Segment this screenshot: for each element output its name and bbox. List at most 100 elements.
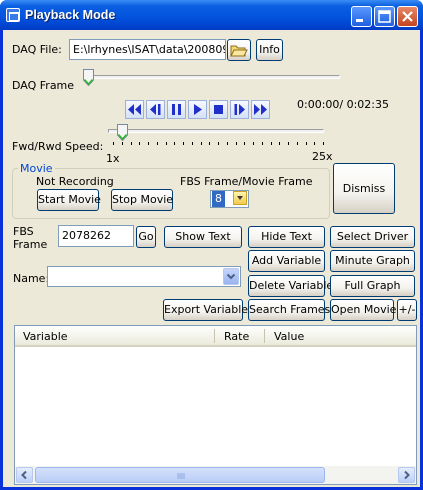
speed-label: Fwd/Rwd Speed: — [12, 140, 104, 153]
dismiss-button[interactable]: Dismiss — [333, 163, 395, 214]
speed-tick — [165, 142, 167, 145]
horizontal-scrollbar[interactable] — [15, 466, 416, 484]
minimize-icon — [356, 19, 363, 22]
full-graph-button[interactable]: Full Graph — [330, 275, 415, 297]
movie-group-label: Movie — [18, 162, 55, 175]
speed-tick — [296, 142, 298, 145]
chevron-down-icon — [237, 196, 243, 200]
daq-frame-slider-thumb[interactable] — [83, 69, 94, 86]
speed-tick — [235, 142, 237, 145]
speed-tick — [314, 142, 316, 145]
stop-movie-button[interactable]: Stop Movie — [111, 189, 173, 211]
pause-icon — [172, 104, 181, 115]
playback-mode-window: Playback Mode DAQ File: E:\lrhynes\ISAT\… — [0, 0, 423, 490]
speed-tick — [279, 142, 281, 145]
chevron-right-icon — [404, 470, 410, 480]
variable-list-header: Variable Rate Value — [15, 326, 416, 347]
speed-tick — [218, 142, 219, 145]
speed-tick — [191, 142, 193, 145]
speed-tick — [139, 142, 141, 145]
name-label: Name: — [13, 272, 50, 285]
export-variable-button[interactable]: Export Variable — [163, 299, 248, 321]
show-text-button[interactable]: Show Text — [164, 226, 242, 248]
time-display: 0:00:00/ 0:02:35 — [297, 98, 390, 111]
column-header-rate[interactable]: Rate — [224, 330, 249, 343]
grip-icon — [177, 473, 185, 479]
maximize-icon — [378, 10, 391, 23]
open-movie-button[interactable]: Open Movie — [330, 299, 396, 321]
stop-icon — [214, 105, 223, 114]
window-title: Playback Mode — [25, 8, 116, 22]
step-forward-button[interactable] — [230, 100, 249, 119]
speed-min-label: 1x — [106, 152, 120, 165]
fast-rewind-button[interactable] — [125, 100, 144, 119]
daq-frame-label: DAQ Frame — [12, 79, 75, 92]
daq-file-label: DAQ File: — [12, 43, 62, 56]
speed-tick — [148, 142, 149, 145]
name-dropdown-button[interactable] — [223, 268, 239, 285]
open-folder-icon — [230, 45, 248, 57]
daq-file-field[interactable]: E:\lrhynes\ISAT\data\2008092 — [69, 39, 226, 60]
go-button[interactable]: Go — [136, 226, 156, 248]
speed-tick — [113, 142, 114, 145]
fast-forward-button[interactable] — [251, 100, 270, 119]
close-button[interactable] — [397, 6, 418, 27]
fbs-frame-movie-label: FBS Frame/Movie Frame — [180, 175, 313, 188]
recording-status: Not Recording — [36, 175, 114, 188]
speed-tick — [200, 142, 202, 145]
variable-list[interactable]: Variable Rate Value — [14, 325, 417, 485]
column-separator[interactable] — [264, 329, 265, 343]
speed-tick — [288, 142, 289, 145]
delete-variable-button[interactable]: Delete Variable — [248, 275, 333, 297]
speed-tick — [183, 142, 184, 145]
browse-folder-button[interactable] — [227, 39, 251, 61]
minimize-button[interactable] — [351, 6, 372, 27]
speed-tick — [305, 142, 307, 145]
speed-track — [108, 129, 324, 133]
pause-button[interactable] — [167, 100, 186, 119]
step-forward-icon — [234, 104, 245, 115]
plus-minus-button[interactable]: +/- — [397, 299, 417, 321]
horizontal-scroll-thumb[interactable] — [35, 467, 325, 483]
fbs-frame-select-arrow[interactable] — [233, 191, 247, 205]
fbs-frame-select-value: 8 — [212, 191, 225, 207]
start-movie-button[interactable]: Start Movie — [37, 189, 101, 211]
scroll-right-button[interactable] — [398, 467, 415, 483]
chevron-down-icon — [226, 273, 236, 280]
title-bar[interactable]: Playback Mode — [0, 0, 423, 30]
speed-max-label: 25x — [312, 150, 333, 163]
column-header-value[interactable]: Value — [274, 330, 304, 343]
stop-button[interactable] — [209, 100, 228, 119]
select-driver-button[interactable]: Select Driver — [330, 226, 415, 248]
play-icon — [194, 104, 202, 115]
speed-tick — [174, 142, 176, 145]
play-button[interactable] — [188, 100, 207, 119]
hide-text-button[interactable]: Hide Text — [248, 226, 325, 248]
daq-frame-track — [86, 75, 340, 79]
speed-tick — [323, 142, 324, 145]
search-frames-button[interactable]: Search Frames — [248, 299, 330, 321]
fast-forward-icon — [254, 104, 267, 115]
scroll-left-button[interactable] — [16, 467, 33, 483]
speed-tick — [244, 142, 246, 145]
fast-rewind-icon — [128, 104, 141, 115]
speed-tick — [156, 142, 158, 145]
step-back-icon — [150, 104, 161, 115]
speed-slider-thumb[interactable] — [116, 124, 128, 141]
column-header-variable[interactable]: Variable — [23, 330, 68, 343]
fbs-frame-input[interactable]: 2078262 — [58, 225, 134, 247]
step-back-button[interactable] — [146, 100, 165, 119]
fbs-label-line2: Frame — [13, 238, 48, 251]
speed-tick — [253, 142, 254, 145]
info-button[interactable]: Info — [256, 39, 283, 61]
speed-tick — [130, 142, 132, 145]
close-icon — [402, 11, 413, 22]
speed-tick — [121, 142, 123, 145]
maximize-button[interactable] — [374, 6, 395, 27]
speed-tick — [209, 142, 211, 145]
name-combobox[interactable] — [47, 266, 241, 287]
add-variable-button[interactable]: Add Variable — [248, 250, 325, 272]
column-separator[interactable] — [214, 329, 215, 343]
minute-graph-button[interactable]: Minute Graph — [330, 250, 415, 272]
app-window-icon — [6, 8, 20, 22]
